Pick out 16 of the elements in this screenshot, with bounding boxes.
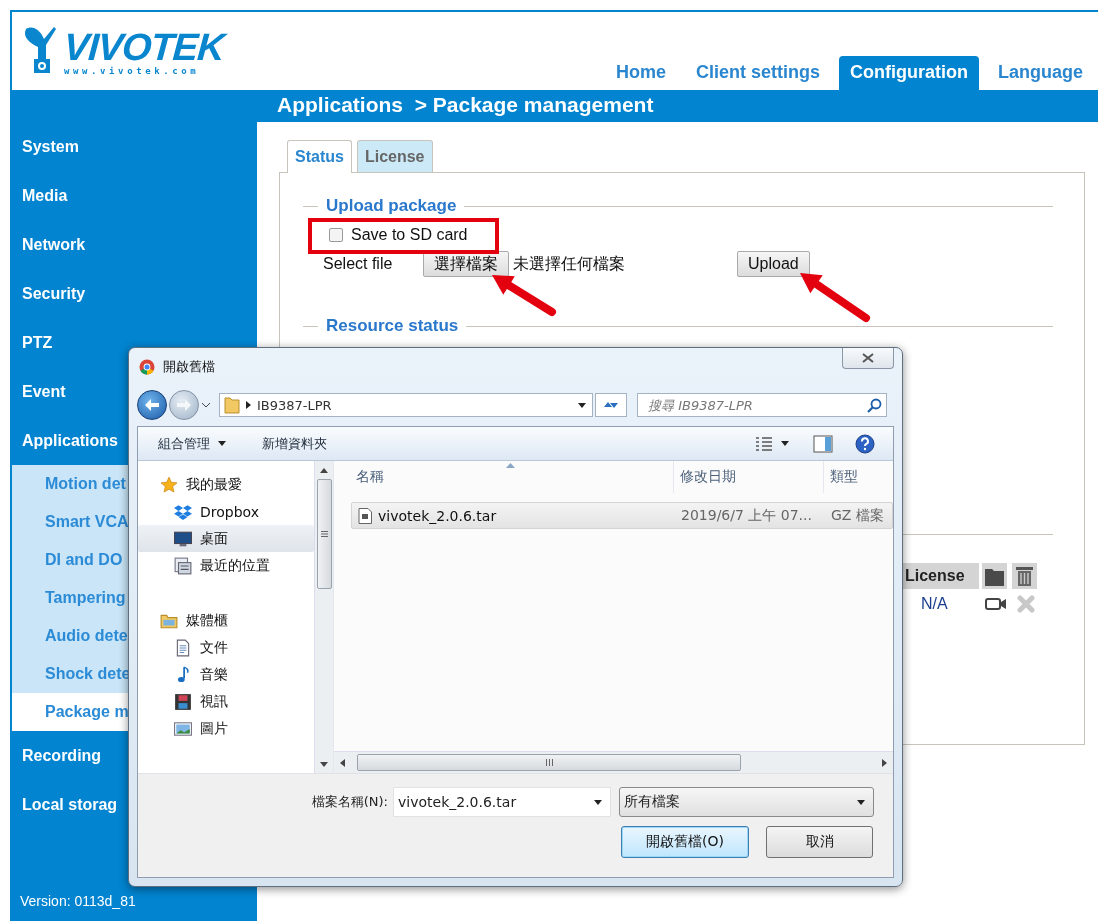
table-cell: N/A	[921, 595, 948, 613]
checkbox-label: Save to SD card	[351, 226, 468, 244]
dialog-title: 開啟舊檔	[163, 358, 215, 376]
logo-text: VIVOTEK	[62, 28, 226, 66]
version-text: Version: 0113d_81	[19, 893, 137, 911]
section-legend: Upload package	[326, 196, 457, 216]
file-type: GZ 檔案	[830, 506, 885, 525]
no-file-text: 未選擇任何檔案	[513, 253, 626, 274]
column-header: License	[901, 563, 979, 589]
breadcrumb-title: Applications > Package management	[257, 90, 1098, 122]
field-label: Select file	[323, 255, 394, 273]
file-name: vivotek_2.0.6.tar	[378, 507, 497, 524]
section-legend: Resource status	[326, 316, 459, 336]
logo-url: www.vivotek.com	[64, 66, 201, 77]
file-date: 2019/6/7 上午 07...	[680, 506, 813, 525]
field-label: 檔案名稱(N):	[310, 793, 389, 811]
